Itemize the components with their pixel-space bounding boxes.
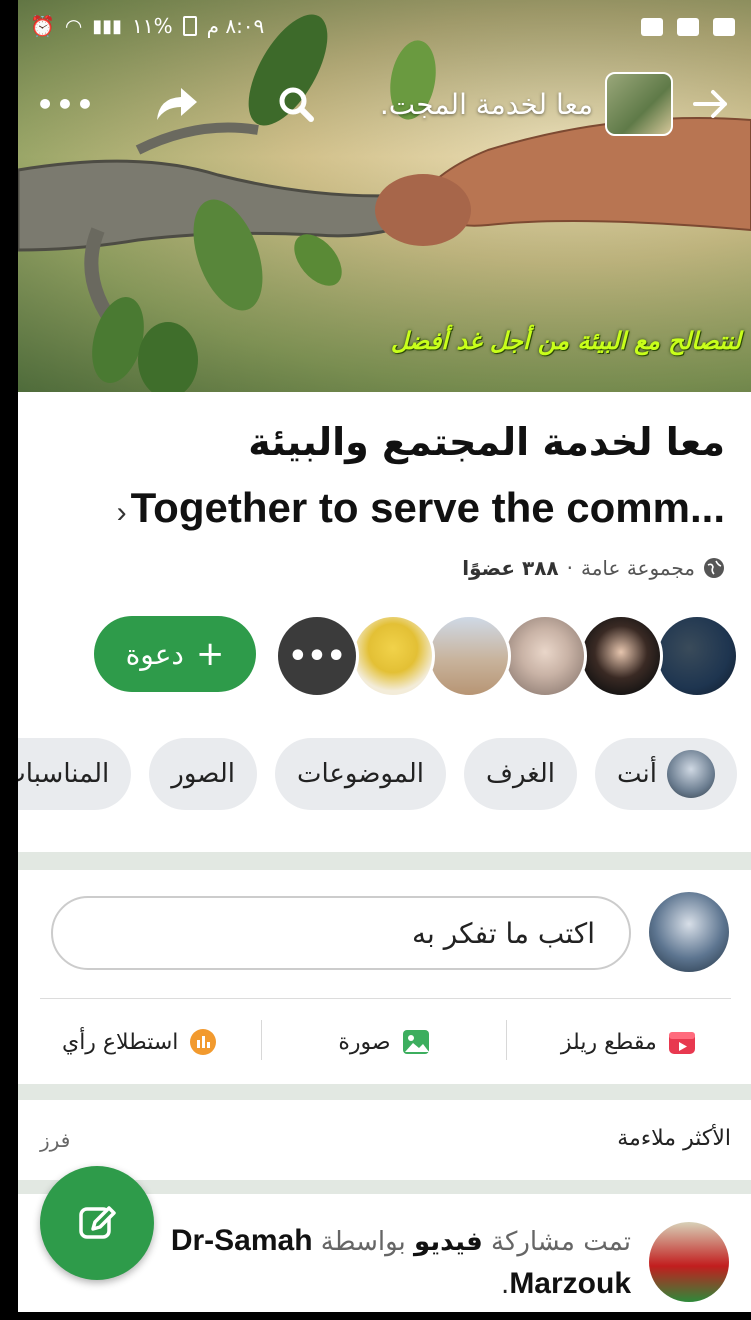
composer-actions: مقطع ريلز صورة استطلاع رأي xyxy=(18,1014,751,1070)
avatar[interactable] xyxy=(579,614,663,698)
invite-button[interactable]: + دعوة xyxy=(94,616,256,692)
member-avatars[interactable]: ••• xyxy=(275,614,739,698)
tab-you[interactable]: أنت xyxy=(595,738,737,810)
status-time: ٨:٠٩ م xyxy=(206,14,265,38)
tab-rooms[interactable]: الغرف xyxy=(464,738,577,810)
status-left: ٨:٠٩ م %١١ ▮▮▮ ◠ ⏰ xyxy=(30,14,264,38)
alarm-icon: ⏰ xyxy=(30,14,55,38)
message-icon xyxy=(641,18,663,36)
tab-photos[interactable]: الصور xyxy=(149,738,257,810)
screen-left-edge xyxy=(0,0,18,1320)
avatar[interactable] xyxy=(503,614,587,698)
app-screen: لنتصالح مع البيئة من أجل غد أفضل ٨:٠٩ م … xyxy=(18,0,751,1312)
tab-label: الصور xyxy=(171,759,235,789)
search-button[interactable] xyxy=(270,78,322,130)
post-by: بواسطة xyxy=(320,1227,406,1257)
meta-separator: · xyxy=(566,556,573,580)
cover-photo[interactable]: لنتصالح مع البيئة من أجل غد أفضل xyxy=(18,0,751,392)
reels-button[interactable]: مقطع ريلز xyxy=(507,1014,751,1070)
youtube-icon xyxy=(713,18,735,36)
post-shared-prefix: تمت مشاركة xyxy=(491,1227,631,1257)
poll-icon xyxy=(190,1029,217,1055)
globe-icon xyxy=(704,558,724,578)
composer-placeholder: اكتب ما تفكر به xyxy=(412,916,595,950)
group-name-english-row[interactable]: ›Together to serve the comm... xyxy=(117,484,725,532)
battery-icon xyxy=(182,16,197,36)
top-nav: معا لخدمة المجت. ••• xyxy=(18,66,751,142)
avatar[interactable] xyxy=(427,614,511,698)
invite-label: دعوة xyxy=(125,637,184,671)
edit-icon xyxy=(79,1206,116,1239)
action-label: مقطع ريلز xyxy=(560,1029,657,1055)
group-title-chip[interactable]: معا لخدمة المجت. xyxy=(379,72,673,136)
more-button[interactable]: ••• xyxy=(36,78,94,130)
battery-level: %١١ xyxy=(132,14,173,38)
search-icon xyxy=(279,87,314,122)
arrow-right-icon xyxy=(693,90,727,118)
photo-button[interactable]: صورة xyxy=(262,1014,508,1070)
tab-events[interactable]: المناسبات xyxy=(18,738,132,810)
group-privacy: مجموعة عامة xyxy=(581,556,695,580)
cover-caption: لنتصالح مع البيئة من أجل غد أفضل xyxy=(390,326,741,355)
group-short-title: معا لخدمة المجت. xyxy=(379,87,593,121)
section-divider xyxy=(18,852,751,870)
avatar xyxy=(667,750,715,798)
tab-label: المناسبات xyxy=(18,759,110,789)
photo-icon xyxy=(402,1030,429,1054)
more-dots-icon: ••• xyxy=(288,638,346,674)
chevron-right-icon: › xyxy=(116,496,127,529)
tab-label: أنت xyxy=(617,759,657,789)
share-icon xyxy=(157,88,197,120)
wifi-icon: ◠ xyxy=(64,14,83,38)
poll-button[interactable]: استطلاع رأي xyxy=(18,1014,263,1070)
composer-divider xyxy=(40,998,731,999)
back-button[interactable] xyxy=(685,78,737,130)
group-thumbnail xyxy=(605,72,673,136)
member-count[interactable]: ٣٨٨ عضوًا xyxy=(462,556,558,580)
action-label: استطلاع رأي xyxy=(61,1029,179,1055)
group-tabs: أنت الغرف الموضوعات الصور المناسبات xyxy=(18,738,737,810)
group-name-english: Together to serve the comm... xyxy=(130,484,725,531)
tab-topics[interactable]: الموضوعات xyxy=(274,738,446,810)
group-meta: مجموعة عامة · ٣٨٨ عضوًا xyxy=(462,556,725,580)
avatar[interactable] xyxy=(649,892,729,972)
more-members-avatar[interactable]: ••• xyxy=(275,614,359,698)
plus-icon: + xyxy=(195,634,225,674)
tab-label: الموضوعات xyxy=(296,759,424,789)
status-right xyxy=(641,18,735,36)
post-composer-input[interactable]: اكتب ما تفكر به xyxy=(51,896,631,970)
share-button[interactable] xyxy=(150,78,202,130)
create-post-fab[interactable] xyxy=(40,1166,154,1280)
sort-button[interactable]: فرز xyxy=(40,1128,70,1152)
avatar[interactable] xyxy=(351,614,435,698)
group-name-arabic[interactable]: معا لخدمة المجتمع والبيئة xyxy=(248,420,725,464)
action-label: صورة xyxy=(338,1029,391,1055)
reels-icon xyxy=(668,1032,695,1054)
post-header: تمت مشاركة فيديو بواسطة Dr-Samah Marzouk… xyxy=(71,1220,631,1306)
avatar[interactable] xyxy=(649,1222,729,1302)
folder-icon xyxy=(677,18,699,36)
signal-icon: ▮▮▮ xyxy=(92,15,123,37)
section-divider xyxy=(18,1084,751,1100)
status-bar: ٨:٠٩ م %١١ ▮▮▮ ◠ ⏰ xyxy=(18,0,751,56)
avatar[interactable] xyxy=(655,614,739,698)
more-dots-icon: ••• xyxy=(36,87,96,121)
tab-label: الغرف xyxy=(486,759,555,789)
post-type[interactable]: فيديو xyxy=(414,1227,483,1257)
feed-sort-label: الأكثر ملاءمة xyxy=(617,1126,731,1151)
